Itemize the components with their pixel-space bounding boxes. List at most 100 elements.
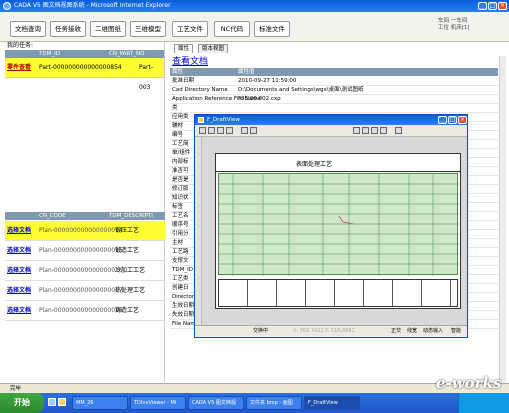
doc-code: Plan-000000000000000017 [39,287,123,294]
table-row: 零件查看 Part-000000000000000854 Part-003 [5,58,164,91]
print-icon[interactable] [395,127,402,134]
start-button[interactable]: 开始 [0,393,44,413]
ie-logo-icon [3,2,11,10]
task-tdinvviewer[interactable]: TDInvViewer - Mi [130,396,186,410]
text-tool-icon[interactable] [371,127,378,134]
doc-code: Plan-000000000000000014 [39,227,123,234]
property-value: F35.00.002.cxp [238,96,281,102]
scrollbar[interactable] [499,56,506,382]
table-row: 选择文档 Plan-000000000000000018 铸造工艺 [5,301,165,321]
nc-code-button[interactable]: NC代码 [214,21,250,37]
zoom-in-icon[interactable] [199,127,206,134]
part-no: Part-003 [139,64,154,91]
table-row: 选择文档 Plan-000000000000000014 锻压工艺 [5,221,165,241]
task-cada-viewer[interactable]: CADA V5 图文档视 [188,396,244,410]
property-key: 工艺类 [172,276,189,282]
quicklaunch-ie-icon[interactable] [48,398,56,406]
property-key: 支撑文 [172,258,189,264]
maximize-icon[interactable]: □ [488,2,497,10]
property-table-header: 属性 属性值 [170,68,498,76]
property-key: 生效日期 [172,303,195,309]
process-table [218,173,459,276]
property-key: 修订版 [172,186,189,192]
process-file-button[interactable]: 工艺文件 [172,21,208,37]
col-tdm-id: TDM_ID [39,51,60,57]
measure-icon[interactable] [241,127,248,134]
layer-icon[interactable] [250,127,257,134]
property-key: 是否是 [172,177,189,183]
draftview-close-icon[interactable]: × [458,116,467,124]
task-receive-button[interactable]: 任务接收 [50,21,86,37]
property-key: 工艺路 [172,249,189,255]
part-id: Part-000000000000000854 [39,64,122,71]
property-key: TDM_ID [172,267,193,273]
property-key: 工艺名 [172,213,189,219]
property-key: 辅材 [172,123,184,129]
zoom-out-icon[interactable] [208,127,215,134]
linewidth-toggle[interactable]: 线宽 [407,326,417,337]
property-key: Cad Directory Name [172,87,228,93]
task-panel: 我的任务: TDM_ID CN_PART_NO 零件查看 Part-000000… [5,42,165,382]
doc-code: Plan-000000000000000015 [39,247,123,254]
cursor-coordinates: X: 768.7422 Y: 518.8881 [293,328,355,334]
property-key: 类 [172,105,178,111]
standard-file-button[interactable]: 标准文件 [254,21,290,37]
draftview-window: F_DraftView _ □ × 表面处理工艺 交换中 X: 768.7422… [194,114,468,338]
drawing-sheet: 表面处理工艺 [215,153,461,309]
sheet-title: 表面处理工艺 [296,161,333,168]
property-key: 内部标 [172,159,189,165]
mark-tool-icon[interactable] [380,127,387,134]
draftview-title-bar: F_DraftView [195,115,467,125]
sheet-header [216,154,460,172]
docs-table-header: CN_CODE TDM_DESCRIPTI [5,212,165,220]
col-property: 属性 [172,69,184,75]
draftview-minimize-icon[interactable]: _ [438,116,447,124]
draftview-maximize-icon[interactable]: □ [448,116,457,124]
pan-icon[interactable] [226,127,233,134]
col-cn-code: CN_CODE [39,213,66,219]
task-draftview[interactable]: F_DraftView [304,396,360,410]
select-document-link[interactable]: 选择文档 [7,261,31,281]
property-key: 批准日期 [172,78,195,84]
property-row: Cad Directory Name D:\Documents and Setti… [170,86,498,95]
tab-properties[interactable]: 属性 [174,44,194,53]
view-document-link[interactable]: 查看文档 [172,54,208,67]
select-document-link[interactable]: 选择文档 [7,281,31,301]
ortho-toggle[interactable]: 正交 [391,326,401,337]
arc-tool-icon[interactable] [362,127,369,134]
view-part-link[interactable]: 零件查看 [7,58,31,78]
property-key: 顺序号 [172,222,189,228]
smart-toggle[interactable]: 智能 [451,326,461,337]
select-document-link[interactable]: 选择文档 [7,301,31,321]
property-key: 工艺简 [172,141,189,147]
property-key: 创建日 [172,285,189,291]
browser-status-bar: 完毕 [0,383,509,393]
tab-version-view[interactable]: 版本视图 [198,44,229,53]
window-title-bar: CADA V5 图文档视图系统 - Microsoft Internet Exp… [0,0,509,12]
zoom-window-icon[interactable] [217,127,224,134]
close-icon[interactable]: × [498,2,507,10]
property-key: 失效日期 [172,312,195,318]
select-document-link[interactable]: 选择文档 [7,241,31,261]
doc-description: 热处理工艺 [115,287,146,294]
draftview-app-icon [198,117,204,123]
task-caption: 我的任务: [7,42,34,49]
station-label: 工位 机床[1] [438,25,470,31]
property-key: 单/组件 [172,150,191,156]
line-tool-icon[interactable] [353,127,360,134]
2d-drawing-button[interactable]: 二维图纸 [90,21,126,37]
minimize-icon[interactable]: _ [478,2,487,10]
task-paint[interactable]: 文件夹 bmp - 画图 [246,396,302,410]
doc-query-button[interactable]: 文档查询 [10,21,46,37]
table-row: 选择文档 Plan-000000000000000015 锻造工艺 [5,241,165,261]
3d-model-button[interactable]: 三维模型 [130,21,166,37]
doc-description: 铸造工艺 [115,307,140,314]
task-mm26[interactable]: MM_26 [72,396,128,410]
dynamic-input-toggle[interactable]: 动态输入 [423,326,443,337]
draft-mode: 交换中 [253,328,269,334]
property-value: 2010-09-27 11:59:00 [238,78,297,84]
system-tray [458,393,509,413]
select-document-link[interactable]: 选择文档 [7,221,31,241]
col-value: 属性值 [238,69,255,75]
quicklaunch-folder-icon[interactable] [58,398,66,406]
